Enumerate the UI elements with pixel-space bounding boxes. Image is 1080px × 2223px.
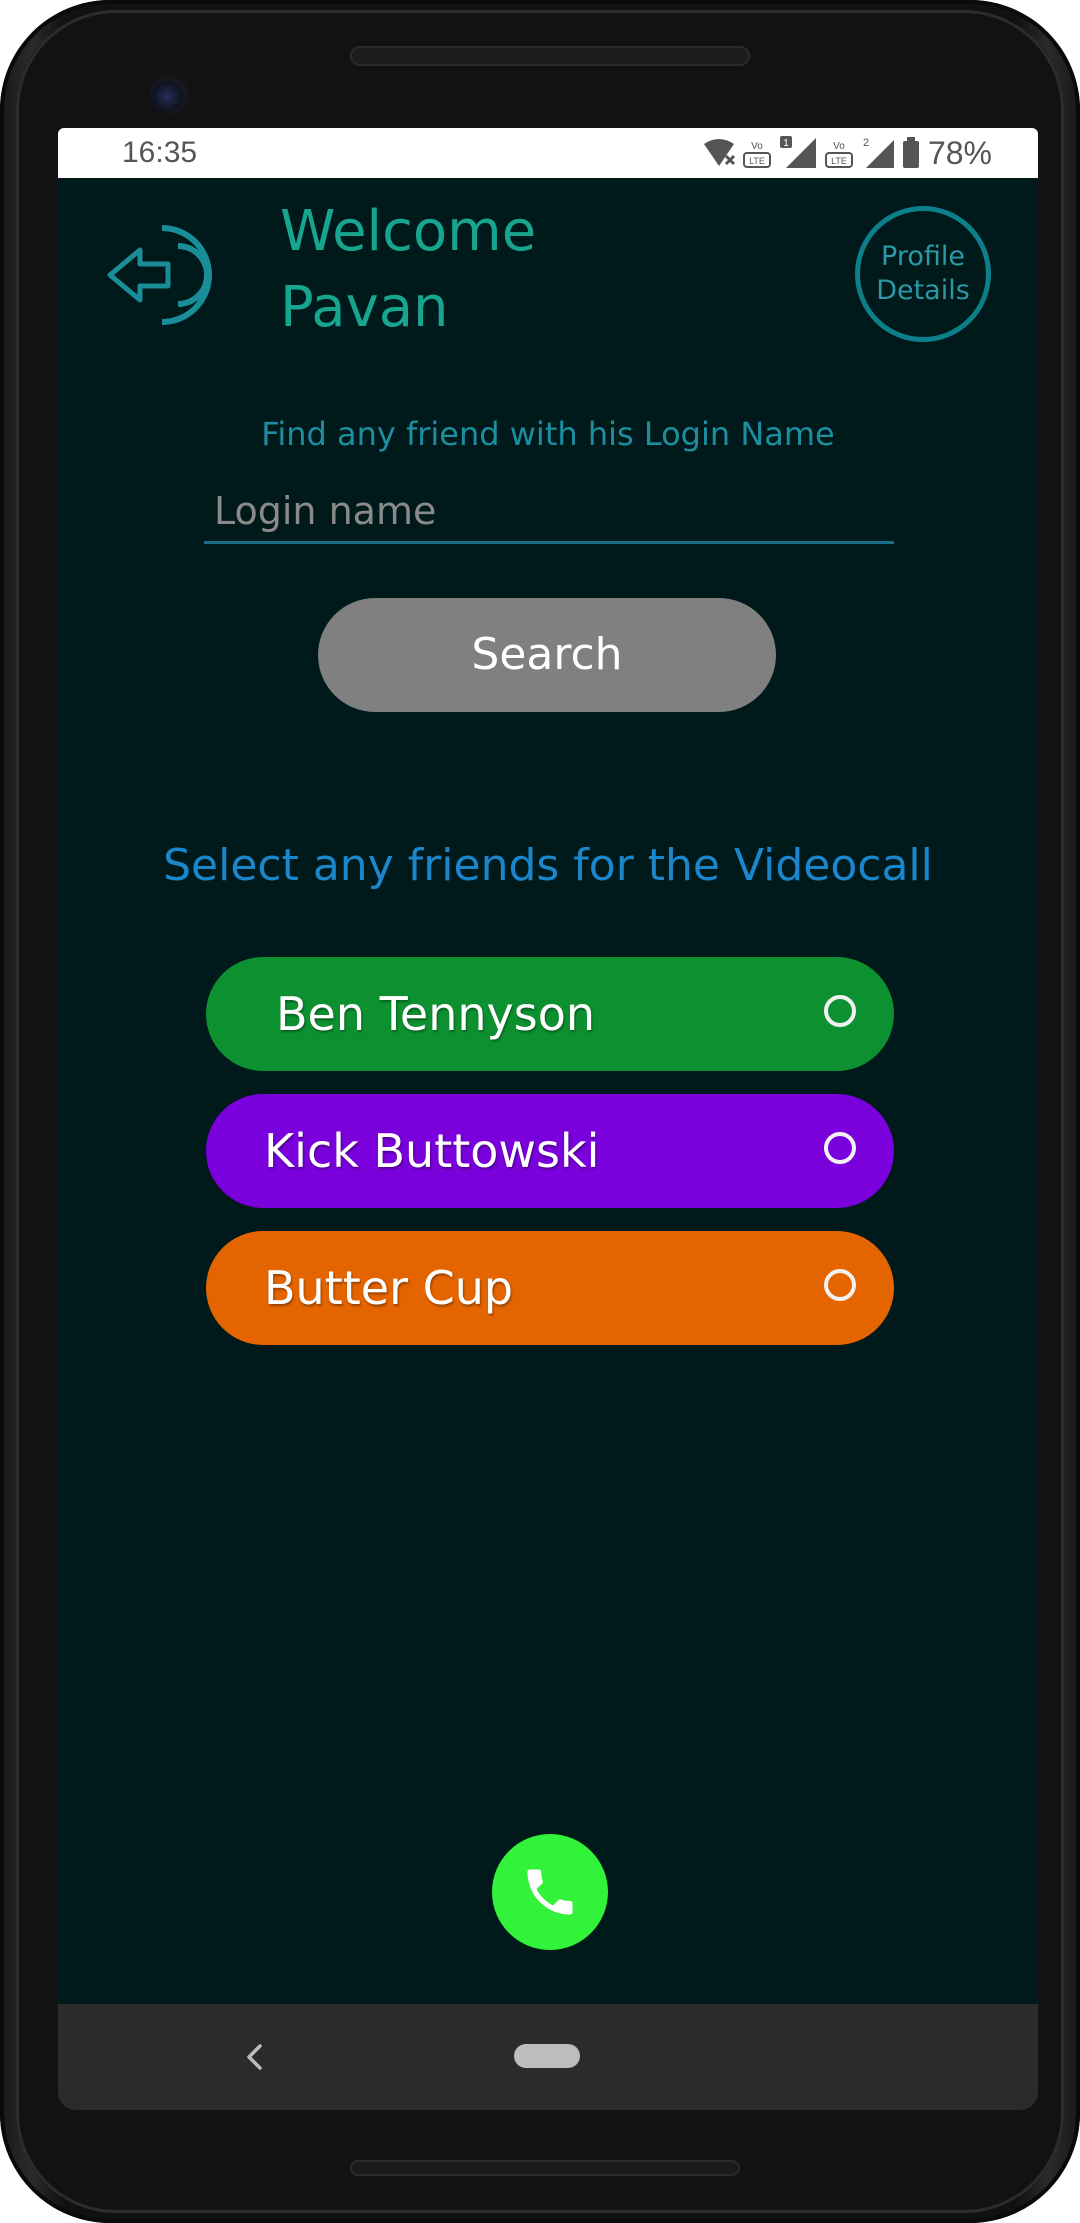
profile-label-line1: Profile <box>881 241 965 272</box>
friend-radio-button[interactable] <box>824 995 856 1027</box>
sim2-signal-icon: 2 <box>863 137 894 168</box>
phone-frame: 16:35 LTE Vo 1 LTE Vo 2 78% Welcome Pava… <box>0 0 1080 2223</box>
system-nav-bar <box>58 2004 1038 2110</box>
find-friend-label: Find any friend with his Login Name <box>261 415 835 453</box>
profile-details-button[interactable]: Profile Details <box>855 206 991 342</box>
friend-name: Ben Tennyson <box>276 987 596 1041</box>
friend-name: Kick Buttowski <box>264 1124 600 1178</box>
status-icons: LTE Vo 1 LTE Vo 2 78% <box>702 134 992 172</box>
logout-icon <box>107 225 212 325</box>
select-friends-label: Select any friends for the Videocall <box>163 840 933 891</box>
volte-icon: LTE Vo <box>742 141 771 168</box>
volte-icon-2: LTE Vo <box>824 141 853 168</box>
back-icon[interactable] <box>240 2042 270 2072</box>
friend-item-kick-buttowski[interactable]: Kick Buttowski <box>206 1094 894 1208</box>
battery-percent: 78% <box>927 134 992 171</box>
welcome-title: Welcome Pavan <box>280 194 536 346</box>
user-name: Pavan <box>280 275 449 340</box>
svg-text:LTE: LTE <box>749 156 765 166</box>
svg-text:1: 1 <box>783 138 789 149</box>
logout-button[interactable] <box>106 220 226 330</box>
search-button[interactable]: Search <box>318 598 776 712</box>
friend-item-butter-cup[interactable]: Butter Cup <box>206 1231 894 1345</box>
friend-item-ben-tennyson[interactable]: Ben Tennyson <box>206 957 894 1071</box>
battery-icon <box>902 137 919 168</box>
front-camera <box>150 76 188 114</box>
app-screen: 16:35 LTE Vo 1 LTE Vo 2 78% Welcome Pava… <box>58 128 1038 2110</box>
status-bar: 16:35 LTE Vo 1 LTE Vo 2 78% <box>58 128 1038 178</box>
speaker-grille <box>350 46 750 66</box>
friend-radio-button[interactable] <box>824 1132 856 1164</box>
svg-text:LTE: LTE <box>831 156 847 166</box>
bottom-speaker-grille <box>350 2160 740 2176</box>
status-time: 16:35 <box>122 136 198 169</box>
friend-name: Butter Cup <box>264 1261 514 1315</box>
phone-icon <box>527 1869 573 1915</box>
svg-text:2: 2 <box>863 137 869 149</box>
svg-text:Vo: Vo <box>833 141 845 152</box>
profile-label-line2: Details <box>876 275 970 306</box>
svg-text:Vo: Vo <box>751 141 763 152</box>
friend-radio-button[interactable] <box>824 1269 856 1301</box>
video-call-button[interactable] <box>492 1834 608 1950</box>
home-pill-icon[interactable] <box>514 2044 580 2068</box>
sim1-signal-icon: 1 <box>779 136 816 168</box>
wifi-icon <box>703 139 736 166</box>
login-name-input[interactable] <box>204 480 894 544</box>
welcome-line: Welcome <box>280 199 537 264</box>
